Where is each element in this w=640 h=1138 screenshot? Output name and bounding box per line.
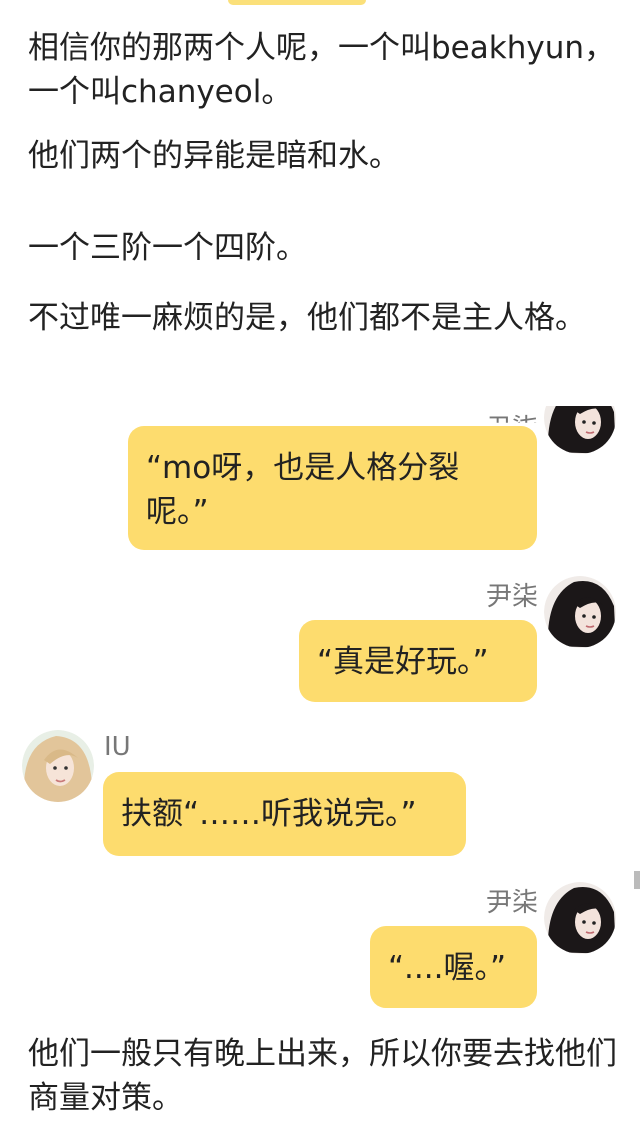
message-bubble[interactable]: “真是好玩。” xyxy=(299,620,537,702)
narration-text: 一个三阶一个四阶。 xyxy=(28,230,307,266)
chat-message: 尹柒 “mo呀，也是人格分裂呢。” xyxy=(0,398,640,550)
chat-message: IU 扶额“……听我说完。” xyxy=(0,728,640,878)
message-bubble[interactable]: “....喔。” xyxy=(370,926,537,1008)
dark-hair-girl-avatar-icon[interactable] xyxy=(544,406,616,454)
narration-text: 他们一般只有晚上出来，所以你要去找他们商量对策。 xyxy=(28,1036,617,1116)
blonde-girl-avatar-icon[interactable] xyxy=(22,730,94,802)
message-bubble[interactable]: “mo呀，也是人格分裂呢。” xyxy=(128,426,537,550)
chat-message: 尹柒 “真是好玩。” xyxy=(0,574,640,724)
narration-text: 不过唯一麻烦的是，他们都不是主人格。 xyxy=(28,300,586,336)
dark-hair-girl-avatar-icon[interactable] xyxy=(544,882,616,954)
chat-message: 尹柒 “....喔。” xyxy=(0,880,640,1030)
narration-text: 他们两个的异能是暗和水。 xyxy=(28,138,400,174)
dark-hair-girl-avatar-icon[interactable] xyxy=(544,576,616,648)
speaker-name: IU xyxy=(104,732,131,762)
speaker-name: 尹柒 xyxy=(485,888,538,918)
previous-bubble-edge xyxy=(228,0,366,5)
scrollbar-thumb[interactable] xyxy=(634,871,640,889)
message-bubble[interactable]: 扶额“……听我说完。” xyxy=(103,772,466,856)
narration-text: 相信你的那两个人呢，一个叫beakhyun，一个叫chanyeol。 xyxy=(28,30,615,110)
speaker-name: 尹柒 xyxy=(485,582,538,612)
